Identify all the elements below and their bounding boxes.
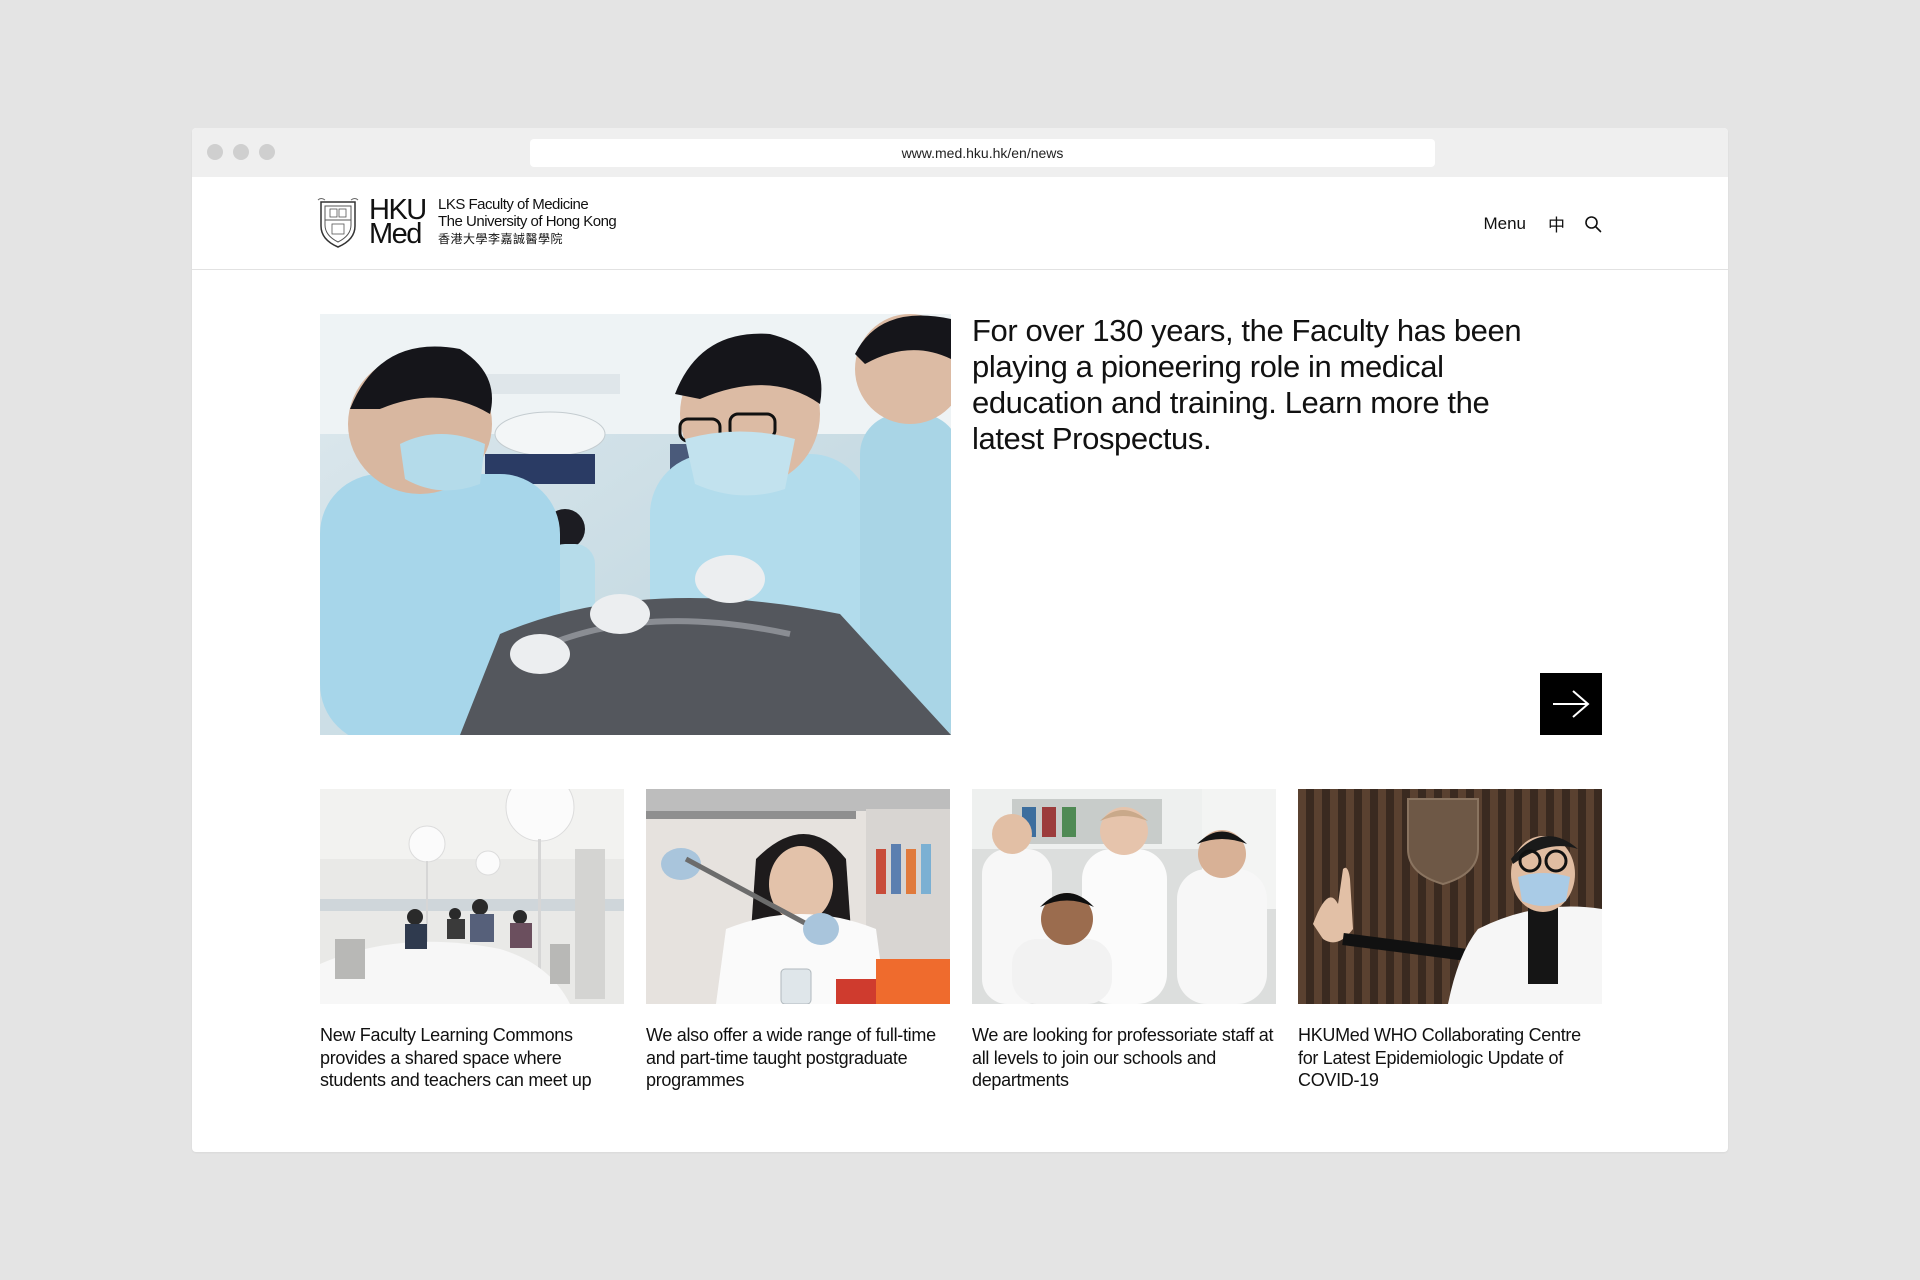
search-icon[interactable]: [1584, 215, 1602, 233]
news-card[interactable]: HKUMed WHO Collaborating Centre for Late…: [1298, 789, 1602, 1092]
news-card-photo[interactable]: [972, 789, 1276, 1004]
news-card[interactable]: We also offer a wide range of full-time …: [646, 789, 950, 1092]
header-nav: Menu 中: [1483, 211, 1602, 236]
news-card-photo[interactable]: [1298, 789, 1602, 1004]
arrow-right-icon: [1551, 689, 1591, 719]
address-bar[interactable]: www.med.hku.hk/en/news: [530, 139, 1435, 167]
window-maximize-dot[interactable]: [259, 144, 275, 160]
address-bar-url: www.med.hku.hk/en/news: [901, 145, 1064, 161]
faculty-name-zh: 香港大學李嘉誠醫學院: [438, 232, 564, 246]
faculty-name-en: LKS Faculty of Medicine: [438, 196, 589, 213]
hkumed-wordmark: HKU Med: [369, 196, 433, 249]
language-toggle[interactable]: 中: [1548, 211, 1565, 236]
site-header: HKU Med LKS Faculty of Medicine The Univ…: [192, 177, 1728, 270]
news-card-photo[interactable]: [320, 789, 624, 1004]
browser-window: www.med.hku.hk/en/news HKU Med LKS Facul…: [192, 128, 1728, 1152]
site-logo[interactable]: HKU Med LKS Faculty of Medicine The Univ…: [317, 196, 617, 249]
news-card-caption[interactable]: HKUMed WHO Collaborating Centre for Late…: [1298, 1024, 1602, 1092]
news-card-photo[interactable]: [646, 789, 950, 1004]
hero-headline: For over 130 years, the Faculty has been…: [972, 313, 1522, 456]
university-crest-icon: [317, 196, 359, 248]
news-card[interactable]: We are looking for professoriate staff a…: [972, 789, 1276, 1092]
news-card[interactable]: New Faculty Learning Commons provides a …: [320, 789, 624, 1092]
hero-next-button[interactable]: [1540, 673, 1602, 735]
news-card-caption[interactable]: We also offer a wide range of full-time …: [646, 1024, 950, 1092]
window-minimize-dot[interactable]: [233, 144, 249, 160]
news-card-caption[interactable]: New Faculty Learning Commons provides a …: [320, 1024, 624, 1092]
menu-button[interactable]: Menu: [1483, 214, 1526, 234]
hero-photo[interactable]: [320, 314, 951, 735]
window-close-dot[interactable]: [207, 144, 223, 160]
faculty-name: LKS Faculty of Medicine The University o…: [438, 196, 617, 248]
news-card-caption[interactable]: We are looking for professoriate staff a…: [972, 1024, 1276, 1092]
browser-toolbar: www.med.hku.hk/en/news: [192, 128, 1728, 177]
university-name-en: The University of Hong Kong: [438, 213, 617, 230]
wordmark-med: Med: [369, 218, 422, 250]
